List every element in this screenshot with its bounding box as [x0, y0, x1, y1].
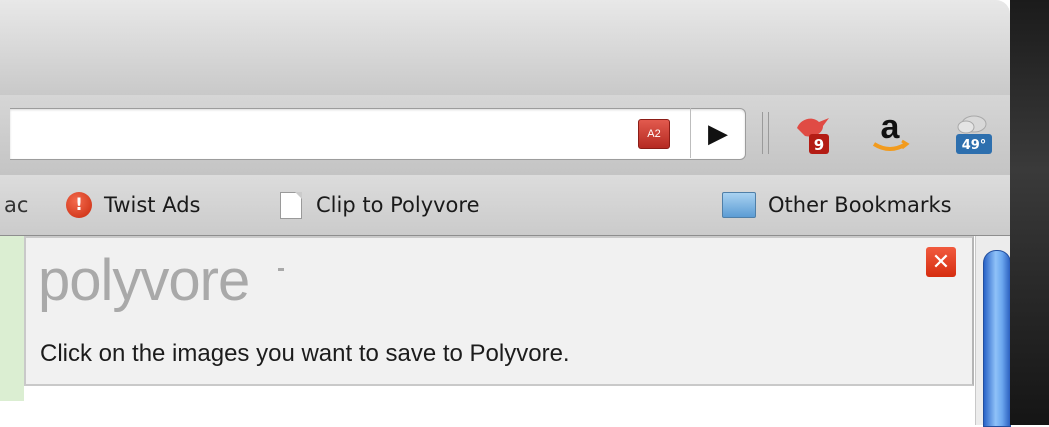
amazon-glyph: a [881, 110, 901, 146]
page-background-strip [0, 236, 24, 401]
bird-badge-count: 9 [814, 136, 824, 154]
bird-notifier-icon[interactable]: 9 [793, 110, 833, 156]
adblock-label: A2 [647, 128, 661, 140]
scrollbar-thumb[interactable] [983, 250, 1011, 427]
bookmark-clip-to-polyvore[interactable]: Clip to Polyvore [280, 175, 480, 235]
bookmarks-bar: ac ! Twist Ads Clip to Polyvore Other Bo… [0, 175, 1010, 236]
other-bookmarks-label: Other Bookmarks [768, 193, 952, 217]
folder-icon [722, 192, 756, 218]
close-icon: ✕ [931, 249, 951, 275]
twist-ads-icon: ! [66, 192, 92, 218]
close-button[interactable]: ✕ [926, 247, 956, 277]
window-titlebar [0, 0, 1010, 95]
polyvore-trademark-mark [278, 268, 284, 271]
adblock-icon[interactable]: A2 [638, 119, 670, 149]
bookmark-twist-ads[interactable]: ! Twist Ads [66, 175, 200, 235]
bookmark-twist-ads-label: Twist Ads [104, 193, 201, 217]
polyvore-logo: polyvore [38, 248, 250, 313]
weather-temperature: 49° [962, 138, 987, 153]
toolbar-separator [762, 112, 769, 154]
play-button[interactable]: ▶ [690, 108, 745, 158]
amazon-icon[interactable]: a [868, 110, 912, 156]
play-icon: ▶ [708, 117, 728, 148]
page-icon [280, 191, 302, 219]
polyvore-clip-panel: polyvore Click on the images you want to… [24, 236, 974, 386]
bookmark-truncated-label: ac [4, 193, 29, 217]
bookmark-truncated[interactable]: ac [4, 175, 28, 235]
desktop-background [1010, 0, 1049, 425]
other-bookmarks-folder[interactable]: Other Bookmarks [722, 175, 952, 235]
weather-icon[interactable]: 49° [948, 110, 996, 160]
bookmark-clip-label: Clip to Polyvore [316, 193, 480, 217]
address-bar[interactable] [10, 108, 746, 160]
polyvore-instruction-text: Click on the images you want to save to … [40, 340, 570, 367]
